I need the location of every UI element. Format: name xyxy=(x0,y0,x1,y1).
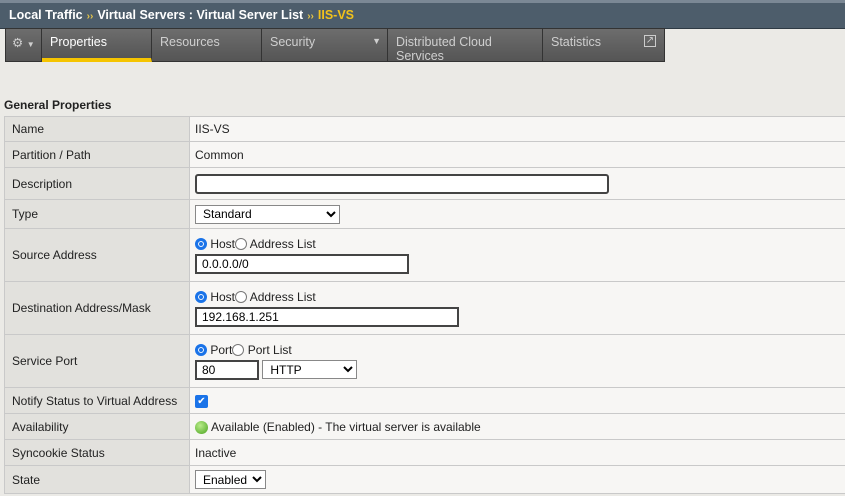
source-address-list-radio[interactable] xyxy=(235,237,248,250)
table-row: Name IIS-VS xyxy=(4,116,845,142)
gear-icon: ⚙ xyxy=(12,36,24,50)
availability-value: Available (Enabled) - The virtual server… xyxy=(211,419,481,434)
destination-address-list-radio[interactable] xyxy=(235,290,248,303)
table-row: Partition / Path Common xyxy=(4,141,845,168)
tab-distributed-cloud-services[interactable]: Distributed Cloud Services xyxy=(388,28,543,63)
external-link-icon[interactable]: ↗ xyxy=(644,35,656,47)
gear-menu-button[interactable]: ⚙ ▼ xyxy=(5,28,42,62)
destination-host-radio[interactable] xyxy=(195,290,207,303)
description-input[interactable] xyxy=(195,173,609,194)
breadcrumb-current: IIS-VS xyxy=(317,8,354,22)
table-row: Notify Status to Virtual Address ✔ xyxy=(4,387,845,414)
tab-resources[interactable]: Resources xyxy=(152,28,262,62)
tab-bar: ⚙ ▼ Properties Resources Security ▼ Distr… xyxy=(5,28,665,63)
table-row: Availability Available (Enabled) - The vi… xyxy=(4,413,845,440)
table-row: Source Address Host Address List xyxy=(4,228,845,282)
source-address-input[interactable] xyxy=(195,253,409,274)
service-port-input[interactable] xyxy=(195,359,259,380)
table-row: Service Port Port Port List HTTP xyxy=(4,334,845,388)
caret-down-icon: ▼ xyxy=(26,40,35,49)
port-list-radio[interactable] xyxy=(232,343,245,356)
port-radio[interactable] xyxy=(195,343,207,356)
status-green-icon xyxy=(195,420,208,434)
state-select[interactable]: Enabled xyxy=(195,470,266,489)
tab-properties[interactable]: Properties xyxy=(42,28,152,62)
table-row: State Enabled xyxy=(4,465,845,494)
tab-statistics[interactable]: Statistics ↗ xyxy=(543,28,665,62)
type-select[interactable]: Standard xyxy=(195,204,340,224)
service-protocol-select[interactable]: HTTP xyxy=(262,360,358,379)
breadcrumb-item[interactable]: Local Traffic xyxy=(9,8,83,22)
table-row: Description xyxy=(4,167,845,200)
breadcrumb: Local Traffic ›› Virtual Servers : Virtual… xyxy=(0,0,845,29)
syncookie-value: Inactive xyxy=(189,439,845,466)
breadcrumb-item[interactable]: Virtual Servers : Virtual Server List xyxy=(97,8,303,22)
properties-table: Name IIS-VS Partition / Path Common Descri… xyxy=(4,116,845,494)
table-row: Type Standard xyxy=(4,199,845,229)
partition-value: Common xyxy=(189,141,845,168)
section-title: General Properties xyxy=(4,98,112,112)
name-value: IIS-VS xyxy=(189,116,845,142)
source-host-radio[interactable] xyxy=(195,237,207,250)
tab-security[interactable]: Security ▼ xyxy=(262,28,388,62)
notify-status-checkbox[interactable]: ✔ xyxy=(195,395,208,408)
destination-address-input[interactable] xyxy=(195,306,459,327)
table-row: Syncookie Status Inactive xyxy=(4,439,845,466)
caret-down-icon: ▼ xyxy=(372,36,381,46)
table-row: Destination Address/Mask Host Address Li… xyxy=(4,281,845,335)
